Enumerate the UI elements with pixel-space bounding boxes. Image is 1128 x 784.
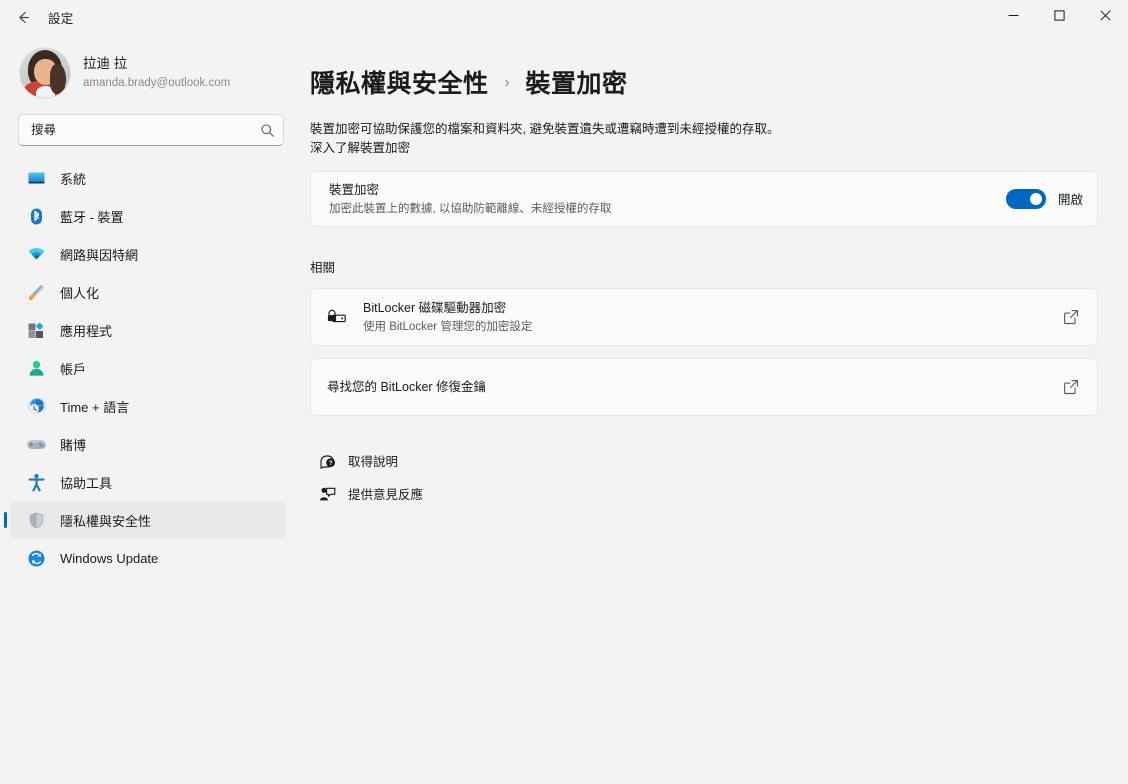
feedback-icon bbox=[318, 484, 336, 502]
toggle-knob bbox=[1029, 192, 1042, 205]
account-section[interactable]: 拉迪 拉 amanda.brady@outlook.com bbox=[0, 34, 300, 110]
sidebar-nav-list: 系統 藍牙 - 裝置 網路與因特網 個人化 應用程式 帳戶 Time + 語言 … bbox=[0, 156, 300, 784]
search-box[interactable] bbox=[18, 114, 284, 146]
close-icon bbox=[1099, 8, 1111, 26]
sidebar-item-label: 網路與因特網 bbox=[60, 247, 139, 263]
sidebar-item-label: Time + 語言 bbox=[60, 399, 130, 415]
gaming-icon bbox=[26, 434, 46, 454]
sidebar-item-accessibility[interactable]: 協助工具 bbox=[10, 464, 286, 500]
sidebar-item-privacy-security[interactable]: 隱私權與安全性 bbox=[10, 502, 286, 538]
footer-links: ? 取得說明 提供意見反應 bbox=[310, 448, 1098, 506]
shield-icon bbox=[26, 510, 46, 530]
maximize-button[interactable] bbox=[1036, 0, 1082, 34]
give-feedback-link[interactable]: 提供意見反應 bbox=[314, 481, 427, 506]
minimize-icon bbox=[1008, 8, 1019, 26]
sidebar-item-label: 隱私權與安全性 bbox=[60, 513, 152, 529]
device-encryption-title: 裝置加密 bbox=[329, 182, 380, 197]
recovery-key-title: 尋找您的 BitLocker 修復金鑰 bbox=[327, 379, 487, 394]
title-bar: 設定 bbox=[0, 0, 1128, 34]
sidebar-item-apps[interactable]: 應用程式 bbox=[10, 312, 286, 348]
paintbrush-icon bbox=[26, 282, 46, 302]
bluetooth-icon bbox=[26, 206, 46, 226]
sidebar-item-label: 系統 bbox=[60, 171, 87, 187]
update-icon bbox=[26, 548, 46, 568]
back-arrow-icon bbox=[15, 9, 32, 26]
sidebar-item-personalization[interactable]: 個人化 bbox=[10, 274, 286, 310]
sidebar-item-windows-update[interactable]: Windows Update bbox=[10, 540, 286, 576]
sidebar-item-label: 協助工具 bbox=[60, 475, 113, 491]
back-button[interactable] bbox=[6, 2, 40, 32]
app-title: 設定 bbox=[48, 11, 74, 26]
main-content: 隱私權與安全性 › 裝置加密 裝置加密可協助保護您的檔案和資料夾, 避免裝置遺失… bbox=[300, 34, 1128, 784]
bitlocker-title: BitLocker 磁碟驅動器加密 bbox=[363, 300, 507, 315]
svg-text:?: ? bbox=[328, 460, 332, 467]
breadcrumb-parent[interactable]: 隱私權與安全性 bbox=[310, 64, 489, 100]
sidebar-item-label: Windows Update bbox=[60, 550, 159, 566]
related-section-heading: 相關 bbox=[310, 260, 336, 275]
search-input[interactable] bbox=[31, 123, 260, 137]
device-encryption-toggle[interactable] bbox=[1005, 188, 1046, 209]
external-link-icon[interactable] bbox=[1061, 307, 1081, 327]
accessibility-icon bbox=[26, 472, 46, 492]
get-help-label: 取得說明 bbox=[348, 454, 399, 469]
sidebar-item-accounts[interactable]: 帳戶 bbox=[10, 350, 286, 386]
sidebar-item-time-language[interactable]: Time + 語言 bbox=[10, 388, 286, 424]
bitlocker-lock-icon bbox=[327, 307, 347, 327]
settings-window: 設定 拉迪 拉 amanda.brady@outlook.com 搜尋 系統 藍… bbox=[0, 0, 1128, 784]
external-link-icon[interactable] bbox=[1061, 377, 1081, 397]
window-controls bbox=[990, 0, 1128, 34]
chevron-right-icon: › bbox=[504, 73, 510, 91]
give-feedback-label: 提供意見反應 bbox=[348, 487, 424, 502]
search-icon bbox=[260, 123, 275, 138]
device-encryption-card: 裝置加密 加密此裝置上的數據, 以協助防範離線、未經授權的存取 開啟 bbox=[310, 170, 1098, 227]
breadcrumb: 隱私權與安全性 › 裝置加密 bbox=[310, 64, 1098, 100]
get-help-link[interactable]: ? 取得說明 bbox=[314, 448, 402, 473]
apps-icon bbox=[26, 320, 46, 340]
minimize-button[interactable] bbox=[990, 0, 1036, 34]
account-icon bbox=[26, 358, 46, 378]
sidebar: 拉迪 拉 amanda.brady@outlook.com 搜尋 系統 藍牙 -… bbox=[0, 34, 300, 784]
sidebar-item-label: 應用程式 bbox=[60, 323, 113, 339]
close-button[interactable] bbox=[1082, 0, 1128, 34]
sidebar-item-label: 帳戶 bbox=[60, 361, 87, 377]
sidebar-item-system[interactable]: 系統 bbox=[10, 160, 286, 196]
time-language-icon bbox=[26, 396, 46, 416]
sidebar-item-bluetooth-devices[interactable]: 藍牙 - 裝置 bbox=[10, 198, 286, 234]
sidebar-item-label: 個人化 bbox=[60, 285, 100, 301]
sidebar-item-network-internet[interactable]: 網路與因特網 bbox=[10, 236, 286, 272]
account-name: 拉迪 拉 bbox=[83, 56, 128, 72]
bitlocker-drive-encryption-card[interactable]: BitLocker 磁碟驅動器加密 使用 BitLocker 管理您的加密設定 bbox=[310, 287, 1098, 346]
sidebar-item-label: 藍牙 - 裝置 bbox=[60, 209, 124, 225]
window-body: 拉迪 拉 amanda.brady@outlook.com 搜尋 系統 藍牙 -… bbox=[0, 34, 1128, 784]
help-icon: ? bbox=[318, 451, 336, 469]
search-section bbox=[0, 110, 300, 156]
sidebar-item-label: 賭博 bbox=[60, 437, 87, 453]
avatar bbox=[20, 48, 70, 98]
bitlocker-recovery-key-card[interactable]: 尋找您的 BitLocker 修復金鑰 bbox=[310, 357, 1098, 416]
account-email: amanda.brady@outlook.com bbox=[83, 76, 231, 89]
sidebar-item-gaming[interactable]: 賭博 bbox=[10, 426, 286, 462]
wifi-icon bbox=[26, 244, 46, 264]
device-encryption-subtitle: 加密此裝置上的數據, 以協助防範離線、未經授權的存取 bbox=[329, 202, 612, 215]
page-description: 裝置加密可協助保護您的檔案和資料夾, 避免裝置遺失或遭竊時遭到未經授權的存取。 bbox=[310, 122, 780, 136]
bitlocker-subtitle: 使用 BitLocker 管理您的加密設定 bbox=[363, 320, 533, 333]
page-title: 裝置加密 bbox=[525, 70, 628, 98]
device-encryption-toggle-label: 開啟 bbox=[1057, 193, 1083, 208]
learn-more-link[interactable]: 深入了解裝置加密 bbox=[310, 139, 410, 158]
monitor-icon bbox=[26, 168, 46, 188]
maximize-icon bbox=[1053, 8, 1065, 26]
